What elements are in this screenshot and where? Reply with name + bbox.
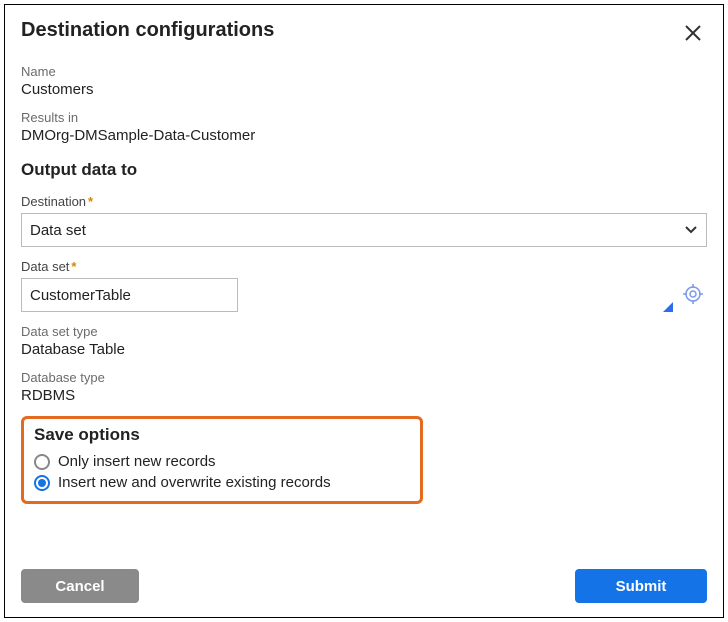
- required-star-icon: *: [88, 194, 93, 209]
- resize-handle-icon: [663, 302, 673, 312]
- save-options-highlight: Save options Only insert new records Ins…: [21, 416, 423, 504]
- radio-insert-overwrite-label: Insert new and overwrite existing record…: [58, 474, 331, 491]
- database-type-value: RDBMS: [21, 387, 707, 404]
- target-icon[interactable]: [679, 280, 707, 311]
- output-data-to-heading: Output data to: [21, 160, 707, 180]
- cancel-button[interactable]: Cancel: [21, 569, 139, 603]
- results-in-label: Results in: [21, 110, 707, 125]
- dataset-label-text: Data set: [21, 259, 69, 274]
- name-label: Name: [21, 64, 707, 79]
- destination-label-text: Destination: [21, 194, 86, 209]
- dialog-header: Destination configurations: [21, 19, 707, 58]
- close-icon[interactable]: [679, 19, 707, 51]
- radio-icon: [34, 475, 50, 491]
- destination-configurations-dialog: Destination configurations Name Customer…: [4, 4, 724, 618]
- required-star-icon: *: [71, 259, 76, 274]
- save-options-heading: Save options: [34, 425, 410, 445]
- dataset-input[interactable]: [21, 278, 238, 312]
- name-value: Customers: [21, 81, 707, 98]
- submit-button[interactable]: Submit: [575, 569, 707, 603]
- destination-select[interactable]: Data set: [21, 213, 707, 247]
- destination-label: Destination*: [21, 194, 707, 209]
- dataset-input-wrap: [21, 278, 673, 312]
- radio-only-insert[interactable]: Only insert new records: [34, 453, 410, 470]
- results-in-value: DMOrg-DMSample-Data-Customer: [21, 127, 707, 144]
- destination-select-wrap: Data set: [21, 213, 707, 247]
- dialog-footer: Cancel Submit: [21, 555, 707, 603]
- radio-only-insert-label: Only insert new records: [58, 453, 216, 470]
- dataset-input-row: [21, 278, 707, 312]
- dataset-type-value: Database Table: [21, 341, 707, 358]
- radio-icon: [34, 454, 50, 470]
- dataset-label: Data set*: [21, 259, 707, 274]
- dialog-title: Destination configurations: [21, 19, 274, 42]
- dataset-type-label: Data set type: [21, 324, 707, 339]
- database-type-label: Database type: [21, 370, 707, 385]
- radio-insert-overwrite[interactable]: Insert new and overwrite existing record…: [34, 474, 410, 491]
